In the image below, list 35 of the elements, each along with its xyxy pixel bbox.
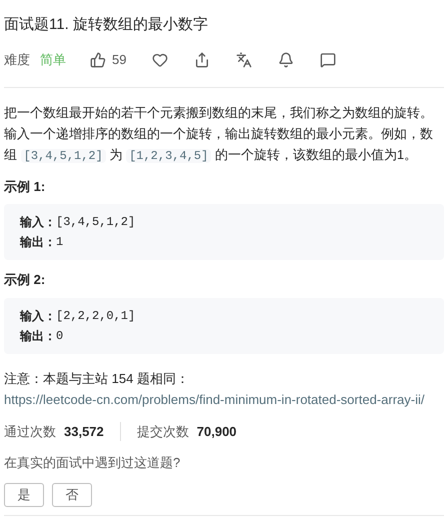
share-icon <box>194 52 210 68</box>
share-button[interactable] <box>194 52 210 68</box>
notify-button[interactable] <box>278 52 294 68</box>
stat-value: 33,572 <box>64 422 104 440</box>
example-value: 0 <box>56 328 64 344</box>
example-value: 1 <box>56 234 64 251</box>
example-heading: 示例 2: <box>4 271 46 289</box>
problem-description: 把一个数组最开始的若干个元素搬到数组的末尾，我们称之为数组的旋转。输入一个递增排序的数组的一个旋转，输出旋转数组的最小元素。例如，数组 [3,4,5,1,2] 为 [1,2,3,4,5] 的一个旋转，该数组的最小值为1。 <box>4 104 434 164</box>
stat-label: 提交次数 <box>136 422 189 440</box>
translate-icon <box>236 52 252 68</box>
note-text: 注意：本题与主站 154 题相同： <box>4 370 189 386</box>
example-label: 输入： <box>20 214 56 231</box>
bell-icon <box>278 52 294 68</box>
stat-value: 70,900 <box>196 422 237 440</box>
example-heading: 示例 1: <box>4 178 46 196</box>
thumbs-up-icon <box>90 52 106 68</box>
answer-button[interactable]: 否 <box>52 482 92 506</box>
difficulty-label: 难度 <box>4 50 30 69</box>
example-label: 输入： <box>20 308 56 324</box>
difficulty-value: 简单 <box>40 50 66 69</box>
problem-link[interactable]: https://leetcode-cn.com/problems/find-minimum-in-rotated-sorted-array-ii/ <box>4 388 444 410</box>
feedback-button[interactable] <box>320 52 336 68</box>
heart-icon <box>152 52 168 68</box>
problem-title: 面试题11. 旋转数组的最小数字 <box>4 15 209 35</box>
translate-button[interactable] <box>236 52 252 68</box>
example-label: 输出： <box>20 328 56 344</box>
example-label: 输出： <box>20 234 56 251</box>
comment-icon <box>320 52 336 68</box>
answer-button[interactable]: 是 <box>4 482 44 506</box>
favorite-button[interactable] <box>152 52 168 68</box>
example-value: [3,4,5,1,2] <box>56 214 136 231</box>
example-value: [2,2,2,0,1] <box>56 308 136 324</box>
like-button[interactable]: 59 <box>90 50 126 70</box>
stat-label: 通过次数 <box>4 422 56 440</box>
interview-question: 在真实的面试中遇到过这道题? <box>4 454 182 472</box>
